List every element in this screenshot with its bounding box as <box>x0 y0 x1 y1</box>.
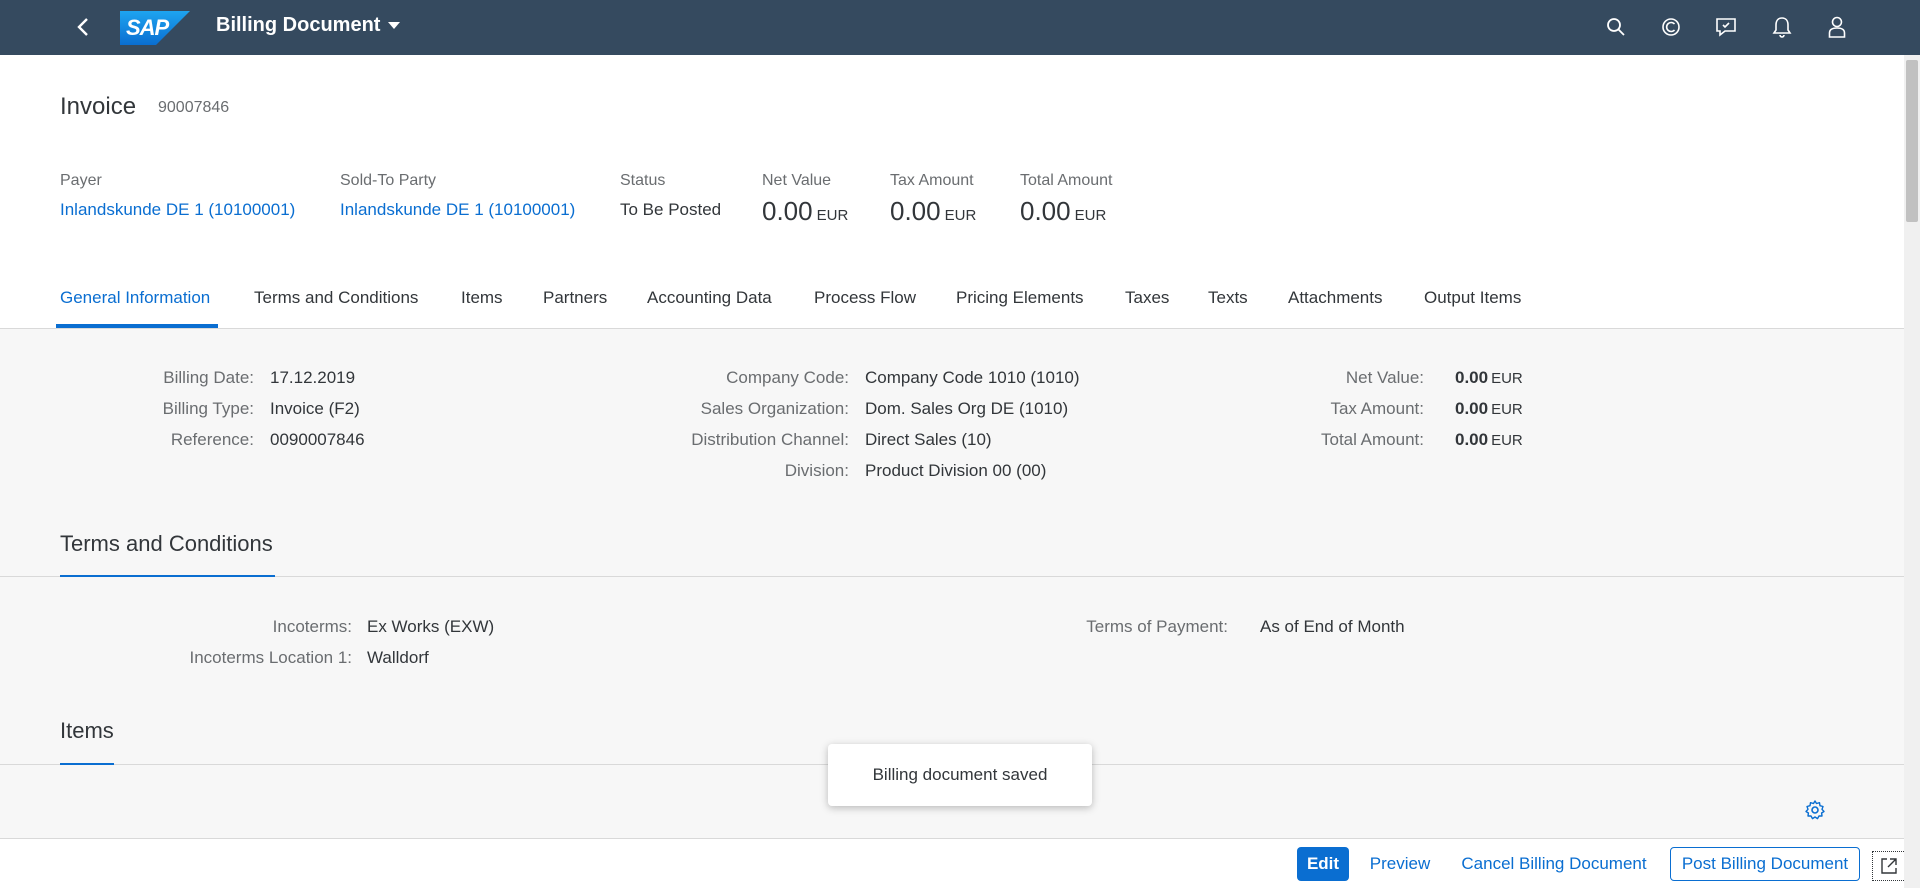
tab-items[interactable]: Items <box>461 288 503 308</box>
status-field: Status To Be Posted <box>620 172 721 220</box>
tax-amount-value: 0.00 <box>890 196 941 226</box>
terms-section-title: Terms and Conditions <box>60 531 273 556</box>
total-amount-value: 0.00 <box>1020 196 1071 226</box>
sales-org-value: Dom. Sales Org DE (1010) <box>865 399 1069 418</box>
form-tax-amount: 0.00 EUR <box>1455 399 1523 418</box>
form-net-value: 0.00 EUR <box>1455 368 1523 387</box>
reference-value: 0090007846 <box>270 430 365 449</box>
payer-label: Payer <box>60 172 102 189</box>
incoterms-location-label: Incoterms Location 1: <box>189 648 352 667</box>
scrollbar-thumb[interactable] <box>1906 60 1918 222</box>
distribution-channel-value: Direct Sales (10) <box>865 430 992 449</box>
open-in-new-window-button[interactable] <box>1872 851 1906 881</box>
tax-amount-kpi: Tax Amount 0.00 EUR <box>890 172 976 227</box>
notifications-button[interactable] <box>1769 14 1795 40</box>
net-value-unit: EUR <box>816 207 849 224</box>
net-value-amount: 0.00 <box>762 196 813 226</box>
shell-bar: SAP Billing Document <box>0 0 1920 55</box>
preview-button[interactable]: Preview <box>1360 847 1440 881</box>
distribution-channel-label: Distribution Channel: <box>691 430 849 449</box>
terms-section-divider <box>0 576 1904 577</box>
sales-org-label: Sales Organization: <box>700 399 849 418</box>
soldto-label: Sold-To Party <box>340 172 437 189</box>
copilot-icon <box>1662 18 1680 36</box>
bell-icon <box>1772 17 1792 38</box>
footer-toolbar: Edit Preview Cancel Billing Document Pos… <box>0 838 1906 888</box>
post-billing-document-button[interactable]: Post Billing Document <box>1670 847 1860 881</box>
form-net-value-label: Net Value: <box>1345 368 1424 387</box>
division-label: Division: <box>784 461 849 480</box>
total-amount-label: Total Amount <box>1020 172 1113 189</box>
copilot-button[interactable] <box>1658 14 1684 40</box>
app-title: Billing Document <box>216 14 381 36</box>
tab-general-information[interactable]: General Information <box>60 288 210 308</box>
gear-icon <box>1805 800 1825 820</box>
user-icon <box>1828 16 1846 38</box>
total-amount-kpi: Total Amount 0.00 EUR <box>1020 172 1113 227</box>
incoterms-value: Ex Works (EXW) <box>367 617 495 636</box>
chevron-left-icon <box>77 18 88 36</box>
tab-accounting-data[interactable]: Accounting Data <box>647 288 772 308</box>
sap-logo[interactable]: SAP <box>120 11 190 45</box>
billing-date-label: Billing Date: <box>163 368 254 387</box>
form-total-amount: 0.00 EUR <box>1455 430 1523 449</box>
object-page: Invoice 90007846 Payer Inlandskunde DE 1… <box>0 55 1904 838</box>
tab-terms-and-conditions[interactable]: Terms and Conditions <box>254 288 418 308</box>
division-value: Product Division 00 (00) <box>865 461 1047 480</box>
feedback-icon <box>1716 18 1736 37</box>
active-tab-indicator <box>56 324 218 328</box>
net-value-kpi: Net Value 0.00 EUR <box>762 172 848 227</box>
object-title: Invoice <box>60 93 137 120</box>
object-header: Invoice 90007846 Payer Inlandskunde DE 1… <box>0 55 1904 329</box>
soldto-field: Sold-To Party Inlandskunde DE 1 (1010000… <box>340 172 575 220</box>
share-icon <box>1881 858 1897 874</box>
total-amount-unit: EUR <box>1074 207 1107 224</box>
form-tax-amount-label: Tax Amount: <box>1330 399 1424 418</box>
net-value-label: Net Value <box>762 172 832 189</box>
terms-of-payment-value: As of End of Month <box>1260 617 1405 636</box>
terms-of-payment-label: Terms of Payment: <box>1086 617 1228 636</box>
billing-type-value: Invoice (F2) <box>270 399 360 418</box>
back-button[interactable] <box>70 14 96 40</box>
user-menu-button[interactable] <box>1824 14 1850 40</box>
tab-attachments[interactable]: Attachments <box>1288 288 1383 308</box>
status-label: Status <box>620 172 666 189</box>
tab-output-items[interactable]: Output Items <box>1424 288 1521 308</box>
anchor-bar: General Information Terms and Conditions… <box>0 273 1904 329</box>
status-value: To Be Posted <box>620 200 722 219</box>
terms-section-underline <box>60 575 275 577</box>
tab-process-flow[interactable]: Process Flow <box>814 288 916 308</box>
app-title-menu[interactable]: Billing Document <box>216 14 401 37</box>
tax-amount-label: Tax Amount <box>890 172 974 189</box>
payer-field: Payer Inlandskunde DE 1 (10100001) <box>60 172 295 220</box>
company-code-label: Company Code: <box>726 368 849 387</box>
incoterms-label: Incoterms: <box>272 617 352 636</box>
sap-logo-text: SAP <box>126 15 169 40</box>
object-number: 90007846 <box>158 99 230 116</box>
items-section-underline <box>60 763 114 765</box>
tab-partners[interactable]: Partners <box>543 288 607 308</box>
edit-button[interactable]: Edit <box>1297 847 1349 881</box>
form-total-amount-label: Total Amount: <box>1320 430 1424 449</box>
tab-pricing-elements[interactable]: Pricing Elements <box>956 288 1084 308</box>
billing-type-label: Billing Type: <box>162 399 254 418</box>
company-code-value: Company Code 1010 (1010) <box>865 368 1080 387</box>
feedback-button[interactable] <box>1713 14 1739 40</box>
billing-date-value: 17.12.2019 <box>270 368 356 387</box>
reference-label: Reference: <box>170 430 254 449</box>
tax-amount-unit: EUR <box>944 207 977 224</box>
payer-link[interactable]: Inlandskunde DE 1 (10100001) <box>60 200 295 220</box>
search-icon <box>1607 18 1625 36</box>
cancel-billing-document-button[interactable]: Cancel Billing Document <box>1448 847 1660 881</box>
caret-down-icon <box>388 21 401 29</box>
table-settings-button[interactable] <box>1804 799 1826 821</box>
search-button[interactable] <box>1603 14 1629 40</box>
soldto-link[interactable]: Inlandskunde DE 1 (10100001) <box>340 200 575 220</box>
message-toast: Billing document saved <box>828 744 1092 806</box>
incoterms-location-value: Walldorf <box>367 648 429 667</box>
tab-texts[interactable]: Texts <box>1208 288 1248 308</box>
tab-taxes[interactable]: Taxes <box>1125 288 1169 308</box>
items-section-title: Items <box>60 718 114 743</box>
